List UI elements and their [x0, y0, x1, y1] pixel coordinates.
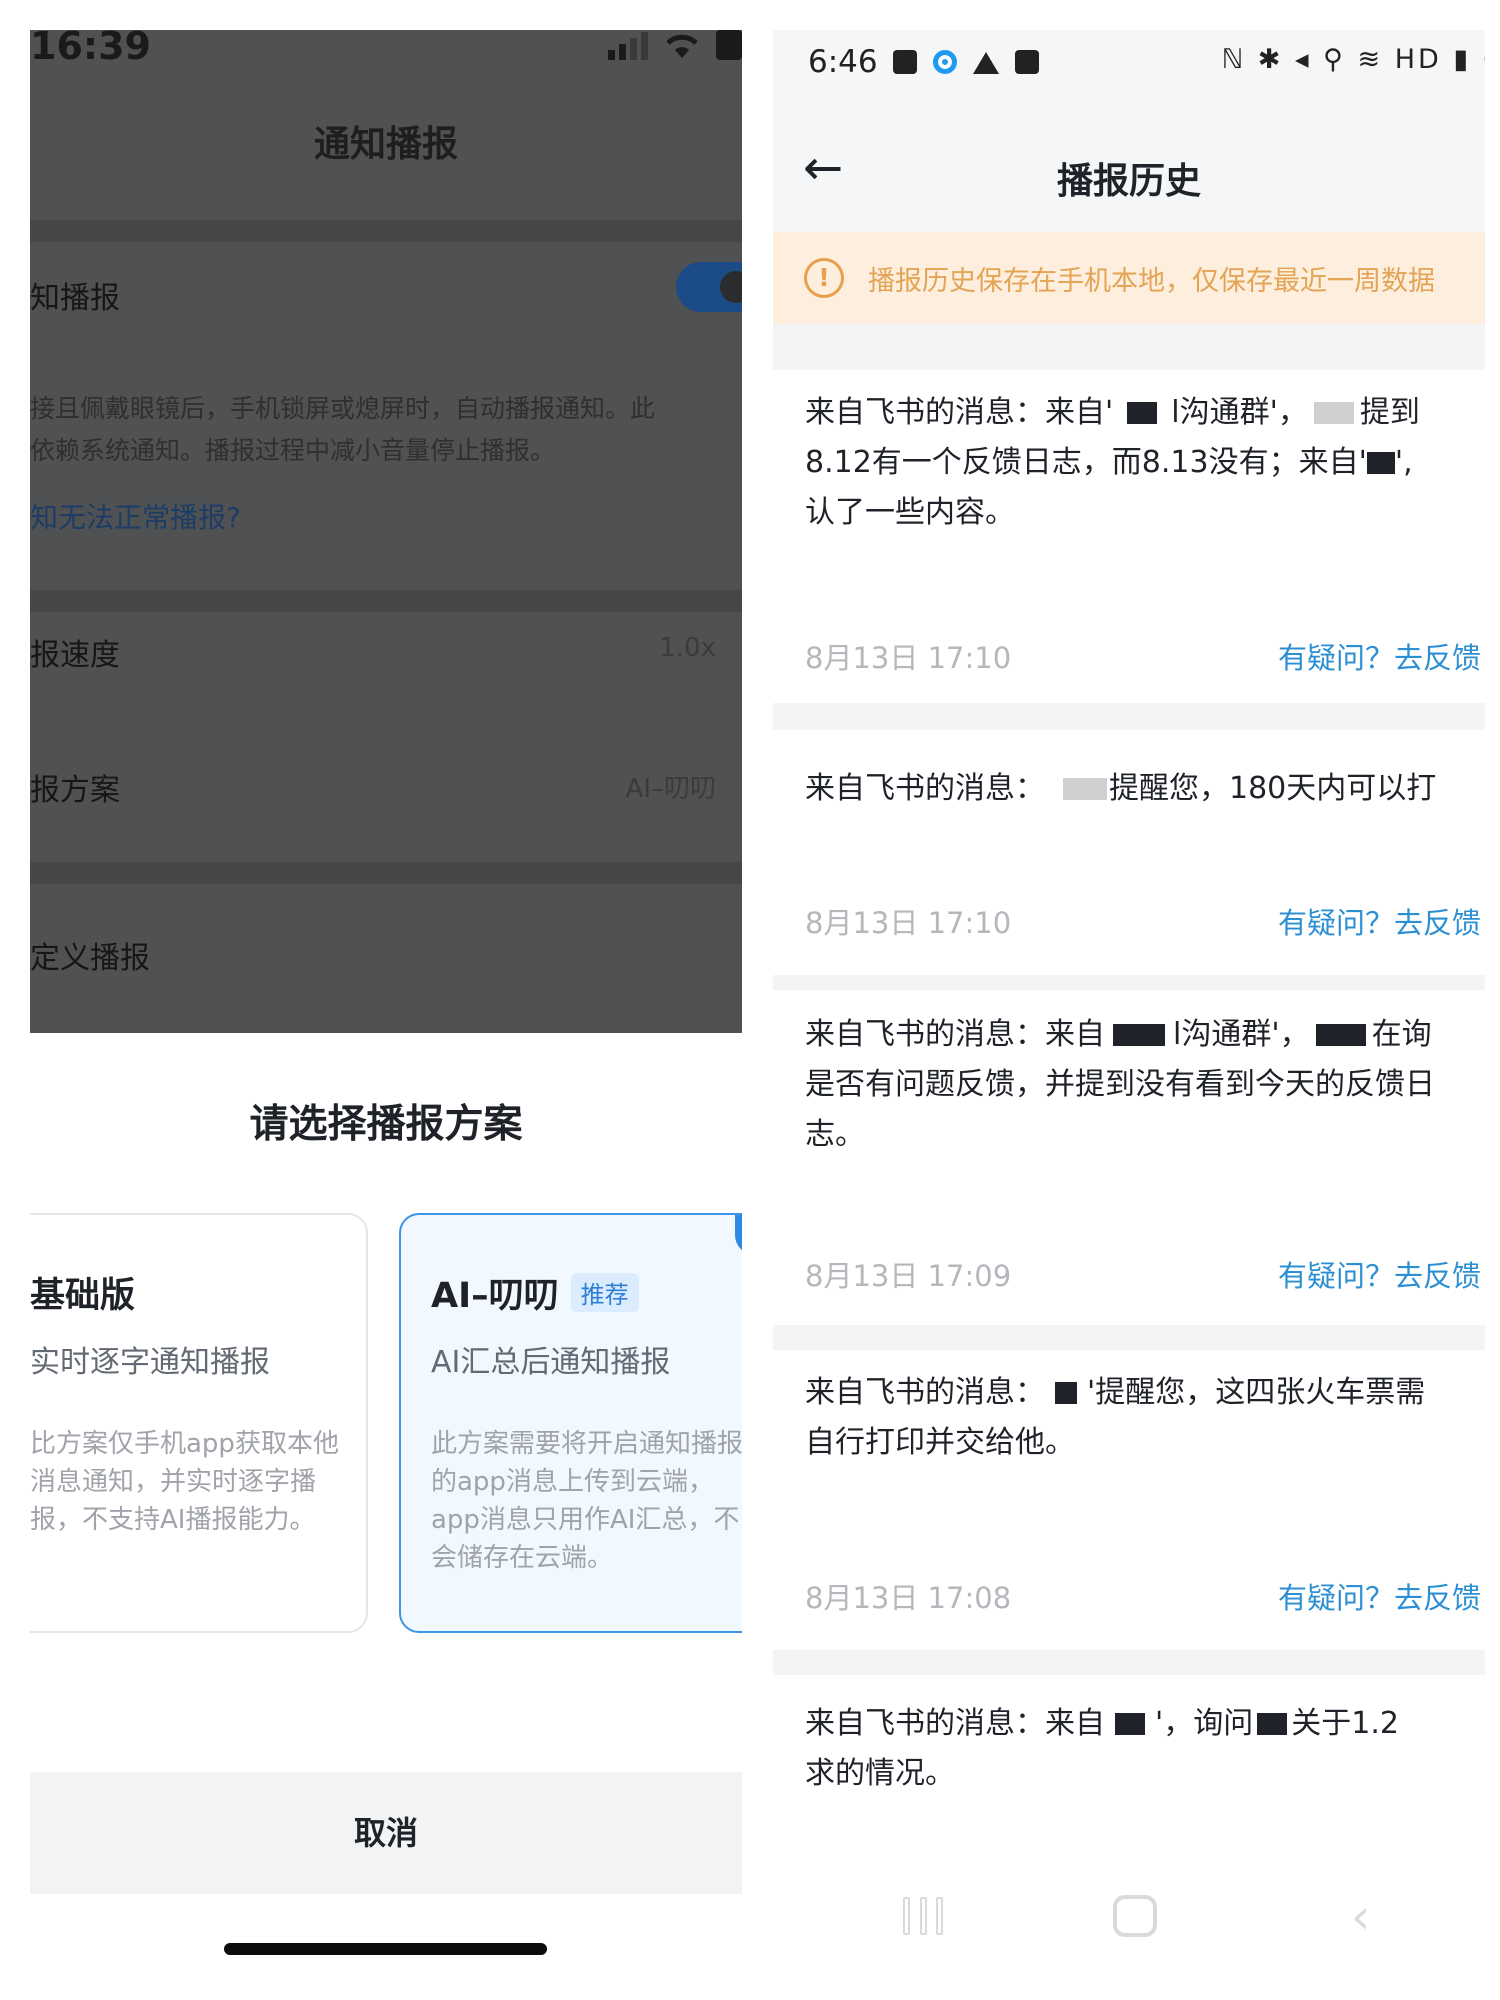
- plan-value[interactable]: AI–叨叨: [626, 768, 716, 805]
- page-title: 播报历史: [1056, 161, 1201, 202]
- back-arrow-icon[interactable]: ←: [803, 144, 843, 192]
- message-text: 来自飞书的消息： '提醒您，这四张火车票需 自行打印并交给他。: [805, 1375, 1426, 1460]
- message-text: 来自飞书的消息：来自 l沟通群'， 在询 是否有问题反馈，并提到没有看到今天的反馈日…: [805, 1017, 1435, 1152]
- history-card: 来自飞书的消息： 提醒您，180天内可以打 8月13日 17:10 有疑问？去反馈: [773, 730, 1485, 975]
- plan-description: 比方案仅手机app获取本他消息通知，并实时逐字播报，不支持AI播报能力。: [30, 1429, 339, 1535]
- notify-description: 接且佩戴眼镜后，手机锁屏或熄屏时，自动播报通知。此 依赖系统通知。播报过程中减小…: [30, 394, 656, 465]
- feedback-link[interactable]: 有疑问？去反馈: [1278, 635, 1481, 677]
- sheet-title: 请选择播报方案: [249, 1102, 523, 1147]
- trouble-link[interactable]: 知无法正常播报?: [30, 496, 241, 536]
- history-card: 来自飞书的消息： '提醒您，这四张火车票需 自行打印并交给他。 8月13日 17:…: [773, 1350, 1485, 1650]
- notification-icon: [1015, 50, 1040, 74]
- history-card: 来自飞书的消息：来自 l沟通群'， 在询 是否有问题反馈，并提到没有看到今天的反馈日…: [773, 990, 1485, 1325]
- back-chevron-icon[interactable]: ‹: [1351, 1889, 1370, 1945]
- home-indicator[interactable]: [224, 1943, 547, 1955]
- message-time: 8月13日 17:09: [805, 1259, 1012, 1293]
- alert-icon: [973, 52, 1000, 74]
- plan-label: 报方案: [30, 773, 120, 808]
- plan-description: 此方案需要将开启通知播报的app消息上传到云端，app消息只用作AI汇总，不会储…: [431, 1429, 742, 1573]
- status-icons: ℕ ✱ ◂ ⚲ ≋ HD ▮ 6: [1221, 44, 1485, 75]
- plan-name: AI–叨叨 推荐: [431, 1267, 639, 1318]
- feedback-link[interactable]: 有疑问？去反馈: [1278, 1253, 1481, 1295]
- android-nav-bar: ‹: [773, 1875, 1485, 1975]
- plan-subtitle: AI汇总后通知播报: [431, 1345, 671, 1380]
- recent-apps-icon[interactable]: [903, 1897, 943, 1935]
- plan-card-ai[interactable]: AI–叨叨 推荐 AI汇总后通知播报 此方案需要将开启通知播报的app消息上传到云…: [399, 1213, 742, 1633]
- history-card: 来自飞书的消息：来自 '，询问 关于1.2 求的情况。: [773, 1675, 1485, 1875]
- battery-icon: [716, 30, 742, 60]
- history-card: 来自飞书的消息：来自' l沟通群'， 提到 8.12有一个反馈日志，而8.13没有；…: [773, 370, 1485, 703]
- message-text: 来自飞书的消息： 提醒您，180天内可以打: [805, 771, 1437, 806]
- status-time: 6:46: [808, 44, 878, 80]
- wifi-icon: [666, 34, 698, 58]
- status-time: 16:39: [30, 30, 151, 68]
- app-notification-icon: [933, 50, 958, 74]
- plan-subtitle: 实时逐字通知播报: [30, 1345, 270, 1380]
- left-phone-screen: 16:39 通知播报 知播报 接且佩戴眼镜后，手机锁屏或熄屏时，自动播报通知。此…: [30, 30, 742, 1975]
- message-time: 8月13日 17:08: [805, 1581, 1012, 1615]
- warning-icon: !: [804, 258, 844, 298]
- notify-broadcast-toggle[interactable]: [676, 262, 742, 312]
- feedback-link[interactable]: 有疑问？去反馈: [1278, 900, 1481, 942]
- page-title: 通知播报: [313, 124, 458, 165]
- plan-name: 基础版: [30, 1276, 136, 1316]
- info-banner: ! 播报历史保存在手机本地，仅保存最近一周数据: [773, 232, 1485, 324]
- speed-label: 报速度: [30, 638, 120, 673]
- message-text: 来自飞书的消息：来自 '，询问 关于1.2 求的情况。: [805, 1706, 1399, 1791]
- selected-check-icon: [735, 1215, 742, 1255]
- cancel-button[interactable]: 取消: [30, 1772, 742, 1894]
- status-bar: 6:46: [808, 44, 1040, 80]
- plan-card-basic[interactable]: 基础版 实时逐字通知播报 比方案仅手机app获取本他消息通知，并实时逐字播报，不…: [30, 1213, 368, 1633]
- speed-value[interactable]: 1.0x: [659, 633, 716, 663]
- message-text: 来自飞书的消息：来自' l沟通群'， 提到 8.12有一个反馈日志，而8.13没有；…: [805, 395, 1420, 530]
- cell-signal-icon: [608, 32, 648, 60]
- message-time: 8月13日 17:10: [805, 641, 1012, 675]
- recommend-badge: 推荐: [570, 1273, 639, 1312]
- right-phone-screen: 6:46 ℕ ✱ ◂ ⚲ ≋ HD ▮ 6 播报历史 ← ! 播报历史保存在手机…: [773, 30, 1485, 1975]
- settings-overlay-dimmed: 16:39 通知播报 知播报 接且佩戴眼镜后，手机锁屏或熄屏时，自动播报通知。此…: [30, 30, 742, 1033]
- message-time: 8月13日 17:10: [805, 906, 1012, 940]
- notification-icon: [893, 50, 918, 74]
- custom-broadcast-label[interactable]: 定义播报: [30, 933, 150, 977]
- app-header: 6:46 ℕ ✱ ◂ ⚲ ≋ HD ▮ 6 播报历史 ←: [773, 30, 1485, 230]
- banner-text: 播报历史保存在手机本地，仅保存最近一周数据: [868, 266, 1435, 297]
- feedback-link[interactable]: 有疑问？去反馈: [1278, 1575, 1481, 1617]
- status-icons: [608, 30, 742, 60]
- home-icon[interactable]: [1113, 1895, 1157, 1937]
- notify-broadcast-label: 知播报: [30, 281, 120, 316]
